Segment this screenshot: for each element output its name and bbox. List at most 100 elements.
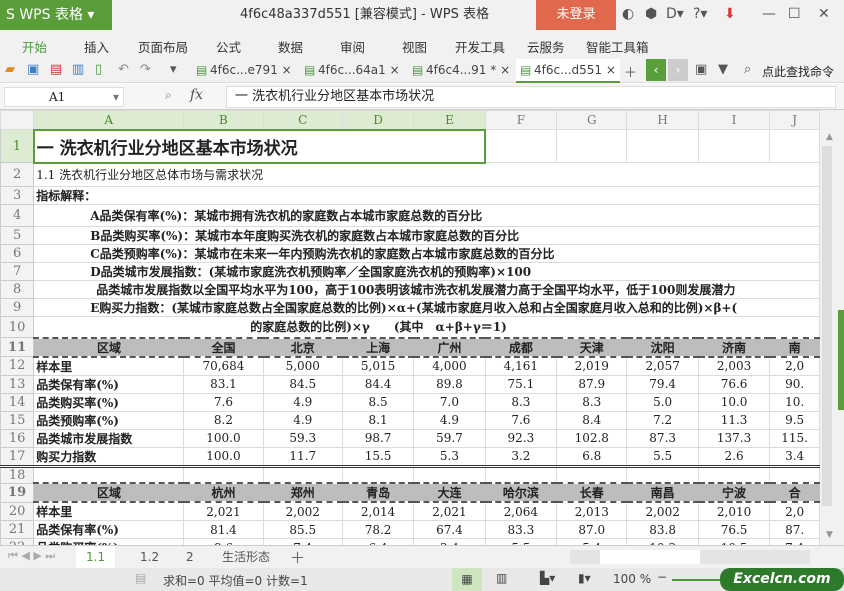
- table-header-cell[interactable]: 哈尔滨: [485, 482, 557, 503]
- data-cell[interactable]: 4.9: [262, 392, 343, 412]
- minimize-icon[interactable]: —: [762, 6, 776, 22]
- settings-icon[interactable]: ⬢: [645, 6, 657, 22]
- row-label[interactable]: 品类保有率(%): [33, 374, 185, 394]
- data-cell[interactable]: 59.7: [413, 428, 486, 448]
- redo-icon[interactable]: ↷: [140, 62, 151, 77]
- data-cell[interactable]: 76.6: [697, 374, 771, 394]
- table-header-cell[interactable]: 济南: [698, 336, 770, 358]
- data-cell[interactable]: 7.0: [413, 392, 486, 412]
- tab-list-icon[interactable]: ▣: [695, 62, 707, 77]
- row-header[interactable]: 18: [0, 465, 35, 484]
- data-cell[interactable]: 78.2: [341, 520, 415, 539]
- reading-mode-icon[interactable]: ▙▾: [540, 571, 555, 585]
- close-icon[interactable]: ✕: [818, 6, 830, 22]
- column-header[interactable]: H: [626, 110, 699, 130]
- close-tab-icon[interactable]: ×: [500, 63, 510, 77]
- row-header[interactable]: 5: [0, 226, 35, 245]
- table-header-cell[interactable]: 成都: [485, 336, 557, 358]
- data-cell[interactable]: 100.0: [183, 446, 264, 467]
- row-header[interactable]: 17: [0, 446, 35, 467]
- sheet-nav-icons[interactable]: ⏮ ◀ ▶ ⏭: [8, 549, 55, 563]
- row-header[interactable]: 8: [0, 280, 35, 299]
- table-header-cell[interactable]: 区域: [33, 336, 184, 358]
- row-header[interactable]: 4: [0, 204, 35, 227]
- scroll-up-icon[interactable]: ▲: [826, 132, 833, 142]
- data-cell[interactable]: 70,684: [183, 356, 264, 376]
- download-icon[interactable]: ⬇: [724, 6, 736, 22]
- select-all-corner[interactable]: [0, 110, 35, 130]
- data-cell[interactable]: 84.5: [262, 374, 343, 394]
- d-icon[interactable]: D▾: [666, 6, 684, 22]
- data-cell[interactable]: 11.3: [697, 410, 771, 430]
- doc-tab[interactable]: 4f6c4...91 * ×: [408, 59, 512, 83]
- data-cell[interactable]: 67.4: [413, 520, 486, 539]
- row-label[interactable]: 品类预购率(%): [33, 410, 185, 430]
- page-break-view-icon[interactable]: ▥: [496, 571, 507, 585]
- zoom-level[interactable]: 100 %: [613, 572, 651, 586]
- table-header-cell[interactable]: 郑州: [263, 482, 343, 503]
- column-header[interactable]: A: [33, 110, 185, 130]
- column-header[interactable]: J: [769, 110, 820, 130]
- data-cell[interactable]: 76.5: [697, 520, 771, 539]
- undo-icon[interactable]: ↶: [118, 62, 129, 77]
- data-cell[interactable]: 2,003: [697, 356, 771, 376]
- data-cell[interactable]: 2,010: [697, 501, 771, 521]
- data-cell[interactable]: 8.4: [556, 410, 628, 430]
- sheet-tab-2[interactable]: 2: [176, 546, 204, 568]
- text-cell-row-9[interactable]: E购买力指数：(某城市家庭总数占全国家庭总数的比例)×α+(某城市家庭月收入总和…: [33, 298, 820, 317]
- vertical-scrollbar[interactable]: ▲ ▼: [820, 110, 844, 545]
- row-label[interactable]: 样本里: [33, 356, 185, 376]
- data-cell[interactable]: 98.7: [341, 428, 415, 448]
- text-cell-row-2[interactable]: 1.1 洗衣机行业分地区总体市场与需求状况: [33, 162, 820, 187]
- column-header[interactable]: C: [262, 110, 343, 130]
- data-cell[interactable]: 4.9: [413, 410, 486, 430]
- search-command[interactable]: 点此查找命令: [762, 63, 834, 80]
- data-cell[interactable]: 8.1: [341, 410, 415, 430]
- table-header-cell[interactable]: 长春: [556, 482, 627, 503]
- data-cell[interactable]: 2,057: [626, 356, 699, 376]
- text-cell-row-10[interactable]: 的家庭总数的比例)×γ (其中 α+β+γ＝1): [33, 316, 820, 338]
- row-header[interactable]: 13: [0, 374, 35, 394]
- data-cell[interactable]: 92.3: [484, 428, 558, 448]
- data-cell[interactable]: 3.2: [484, 446, 558, 467]
- table-header-cell[interactable]: 天津: [556, 336, 627, 358]
- data-cell[interactable]: 2,002: [626, 501, 699, 521]
- row-label[interactable]: 品类购买率(%): [33, 392, 185, 412]
- name-box[interactable]: A1 ▾: [4, 87, 124, 107]
- data-cell[interactable]: 4,161: [484, 356, 558, 376]
- sheet-tab-1-2[interactable]: 1.2: [130, 546, 169, 568]
- table-header-cell[interactable]: 合: [769, 482, 820, 503]
- normal-view-icon[interactable]: ▦: [452, 568, 482, 591]
- menu-view[interactable]: 视图: [402, 37, 427, 56]
- table-header-cell[interactable]: 杭州: [183, 482, 264, 503]
- menu-formula[interactable]: 公式: [216, 37, 241, 56]
- prev-tab-icon[interactable]: ‹: [646, 59, 666, 81]
- data-cell[interactable]: 102.8: [556, 428, 628, 448]
- data-cell[interactable]: 8.3: [556, 392, 628, 412]
- data-cell[interactable]: 4.9: [262, 410, 343, 430]
- data-cell[interactable]: 83.8: [626, 520, 699, 539]
- data-cell[interactable]: 5,015: [341, 356, 415, 376]
- close-tab-icon[interactable]: ×: [606, 63, 616, 77]
- close-tab-icon[interactable]: ×: [282, 63, 292, 77]
- data-cell[interactable]: 5.5: [626, 446, 699, 467]
- row-header[interactable]: 10: [0, 316, 35, 338]
- data-cell[interactable]: 2,013: [556, 501, 628, 521]
- scroll-down-icon[interactable]: ▼: [826, 530, 833, 540]
- save-icon[interactable]: ▣: [27, 62, 39, 77]
- print-preview-icon[interactable]: ▯: [95, 62, 102, 77]
- data-cell[interactable]: 8.5: [341, 392, 415, 412]
- data-cell[interactable]: 81.4: [183, 520, 264, 539]
- row-header[interactable]: 7: [0, 262, 35, 281]
- data-cell[interactable]: 90.: [769, 374, 820, 394]
- spreadsheet-grid[interactable]: ABCDEFGHIJ 1一 洗衣机行业分地区基本市场状况 2 1.1 洗衣机行业分地区…: [0, 110, 820, 545]
- menu-insert[interactable]: 插入: [84, 37, 109, 56]
- table-header-cell[interactable]: 宁波: [698, 482, 770, 503]
- data-cell[interactable]: 89.8: [413, 374, 486, 394]
- data-cell[interactable]: 2,019: [556, 356, 628, 376]
- data-cell[interactable]: 83.1: [183, 374, 264, 394]
- side-panel-handle[interactable]: [838, 310, 844, 410]
- data-cell[interactable]: 5.3: [413, 446, 486, 467]
- data-cell[interactable]: 5.0: [626, 392, 699, 412]
- data-cell[interactable]: 2,021: [183, 501, 264, 521]
